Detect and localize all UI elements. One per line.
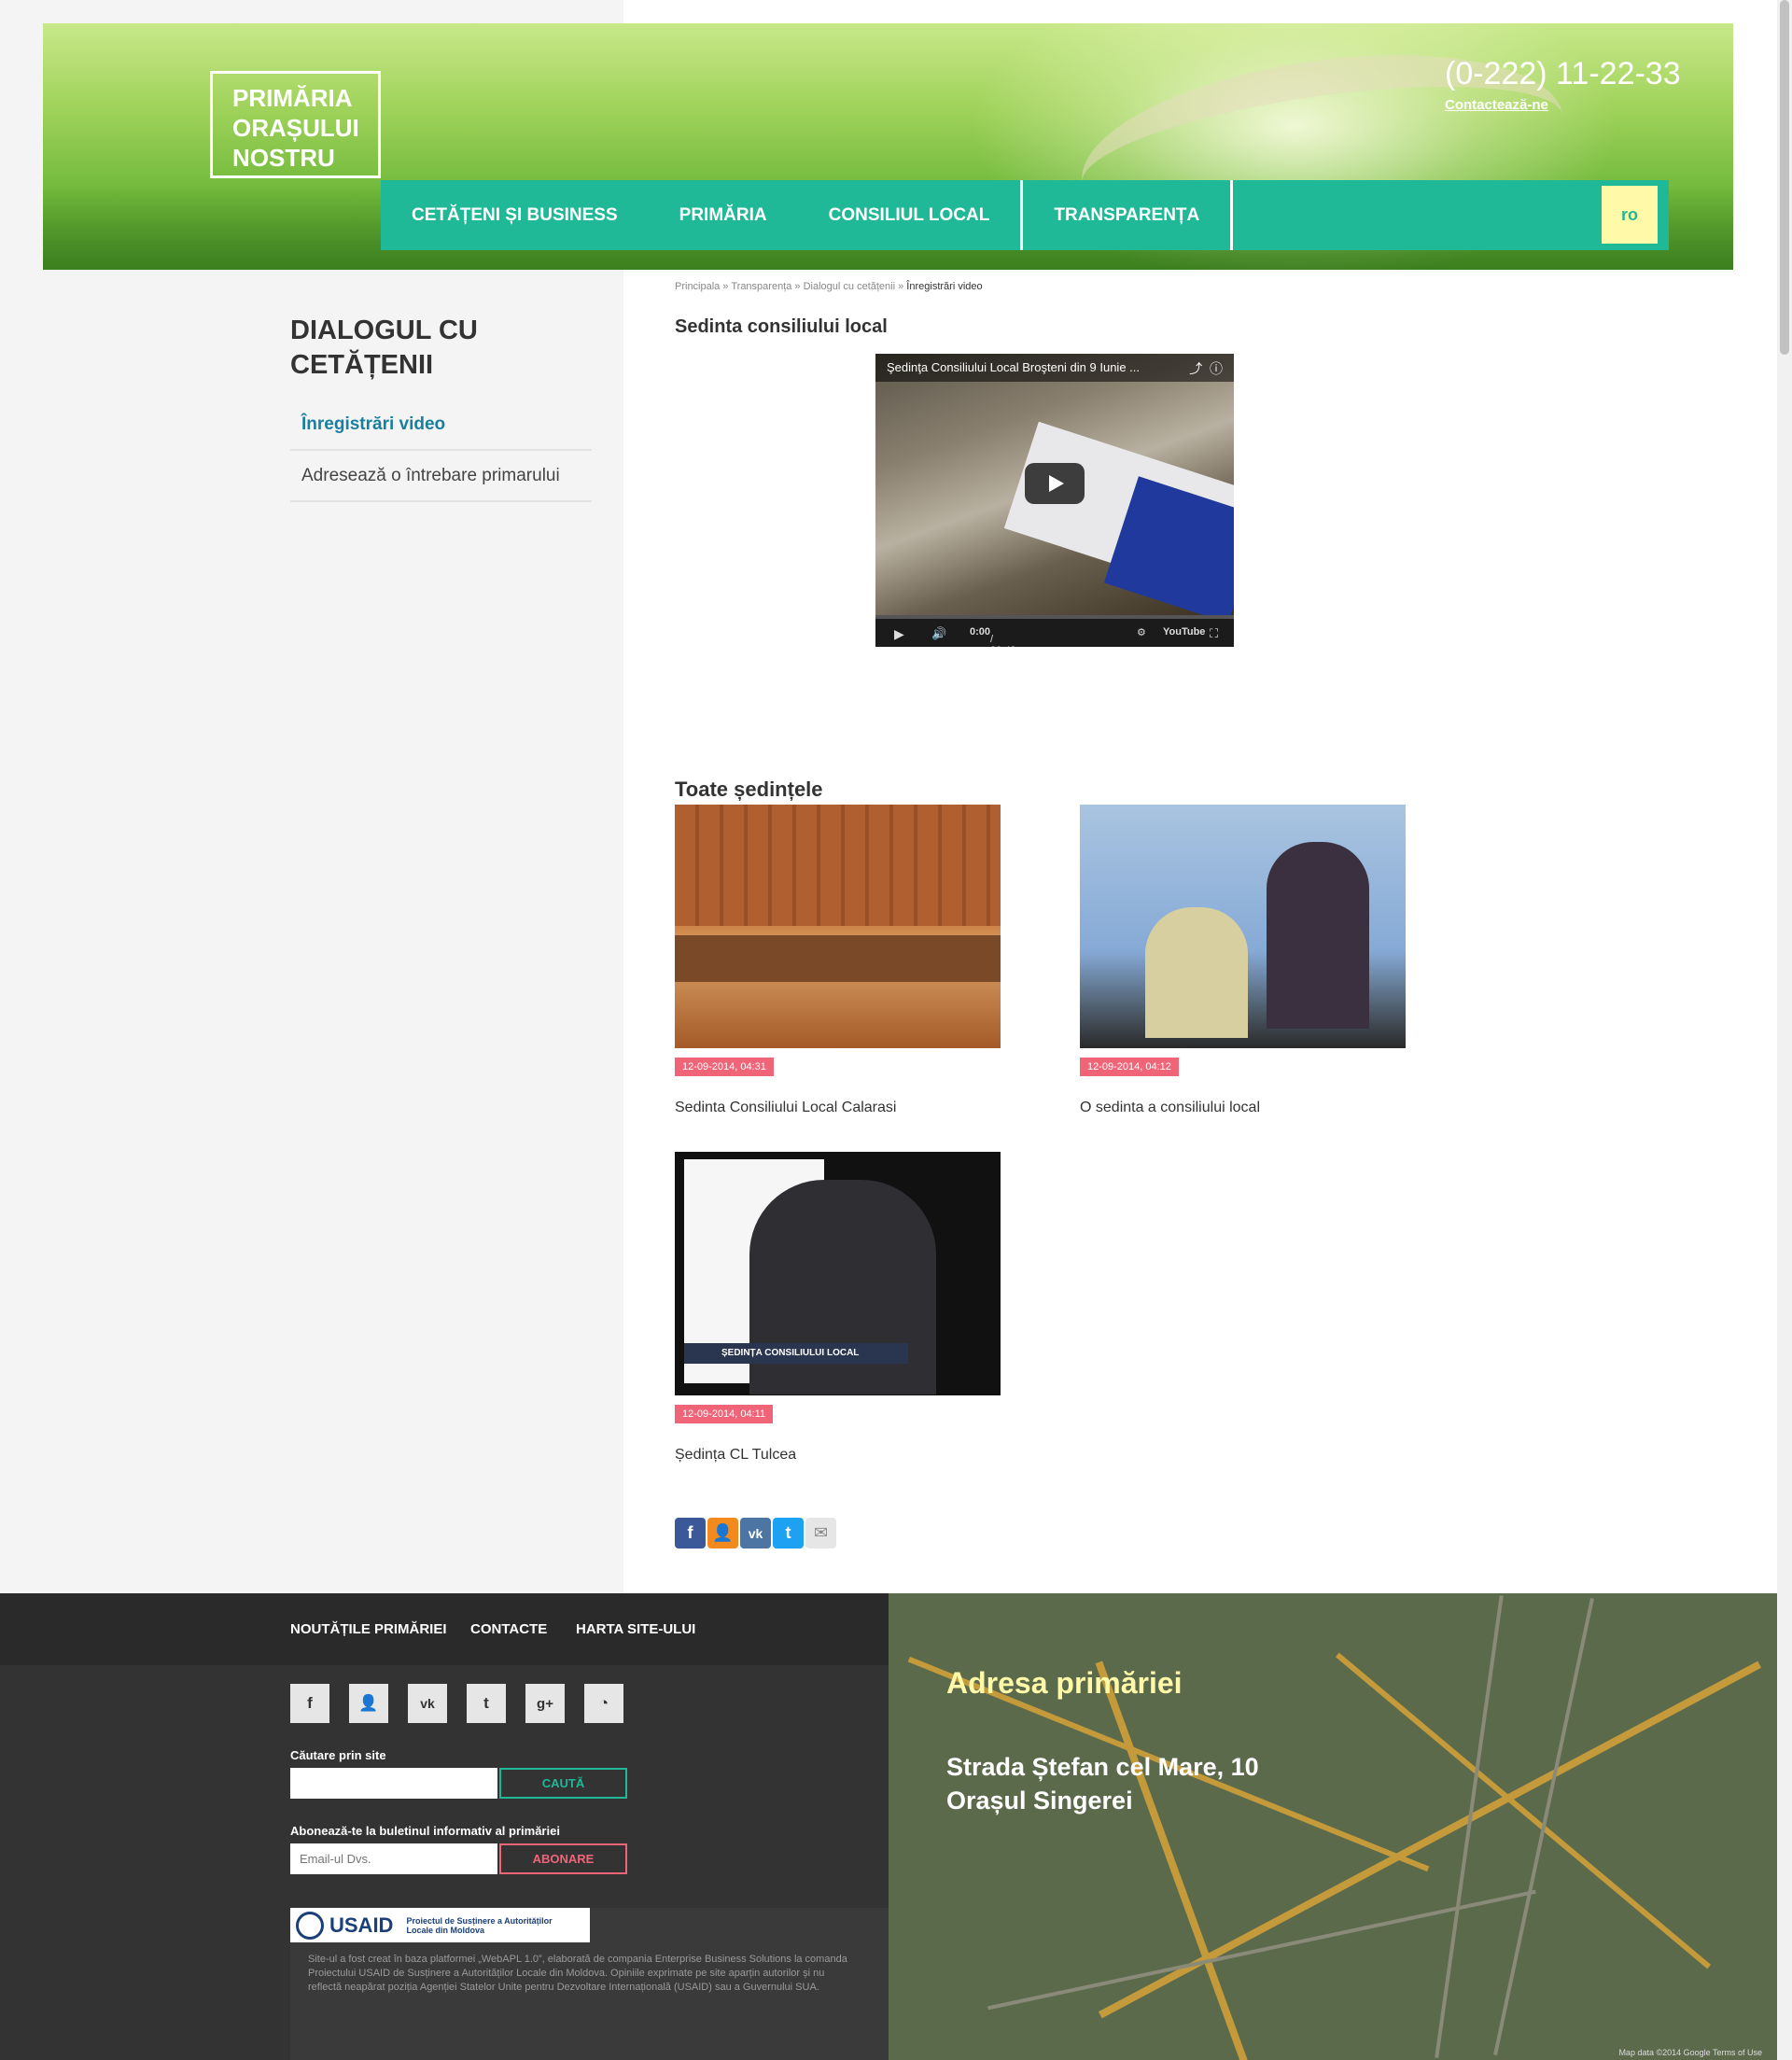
info-icon[interactable]: ⓘ [1210,361,1223,376]
facebook-icon[interactable]: f [290,1684,329,1723]
meeting-thumbnail[interactable]: ȘEDINȚA CONSILIULUI LOCAL [675,1152,1001,1395]
logo-line-2: ORAȘULUI [232,114,359,142]
volume-icon[interactable]: 🔊 [931,626,946,641]
meeting-title[interactable]: Sedinta Consiliului Local Calarasi [675,1100,1001,1116]
meeting-card: 12-09-2014, 04:12 O sedinta a consiliulu… [1080,805,1406,1116]
search-button[interactable]: CAUTĂ [499,1768,627,1799]
search-label: Căutare prin site [290,1748,386,1762]
breadcrumb-dialog[interactable]: Dialogul cu cetățenii [804,281,895,292]
subscribe-button[interactable]: ABONARE [499,1843,627,1874]
footer-link-sitemap[interactable]: HARTA SITE-ULUI [576,1621,695,1637]
twitter-icon[interactable]: t [467,1684,506,1723]
share-icon[interactable]: ⤴ [1189,361,1202,376]
site-logo[interactable]: PRIMĂRIA ORAȘULUI NOSTRU [210,71,381,178]
all-meetings-title: Toate ședințele [675,778,823,801]
breadcrumb-home[interactable]: Principala [675,281,720,292]
usaid-name: USAID [329,1913,394,1937]
page-scrollbar[interactable] [1777,0,1792,2060]
breadcrumb-current: Înregistrări video [906,281,983,292]
date-badge: 12-09-2014, 04:11 [675,1405,774,1423]
video-section-title: Sedinta consiliului local [675,316,888,337]
breadcrumb-transparency[interactable]: Transparența [731,281,791,292]
nav-transparenta[interactable]: TRANSPARENȚA [1020,180,1234,250]
meeting-card: ȘEDINȚA CONSILIULUI LOCAL 12-09-2014, 04… [675,1152,1001,1464]
sidebar-item-video[interactable]: Înregistrări video [290,399,592,451]
play-icon[interactable]: ▶ [894,626,904,642]
subscribe-label: Abonează-te la buletinul informativ al p… [290,1824,560,1838]
address-map[interactable]: Map data ©2014 Google Terms of Use [889,1593,1777,2060]
usaid-logo[interactable]: USAID Proiectul de Susținere a Autorităț… [290,1908,590,1942]
google-plus-icon[interactable]: g+ [525,1684,565,1723]
video-title-bar: Şedinţa Consiliului Local Broşteni din 9… [875,354,1234,382]
sidebar-item-ask-mayor[interactable]: Adresează o întrebare primarului [290,451,592,502]
fullscreen-icon[interactable]: ⛶ [1210,626,1218,641]
video-player[interactable]: Şedinţa Consiliului Local Broşteni din 9… [875,354,1234,647]
video-controls: ▶ 🔊 0:00 / 33:42 ⚙ YouTube ⛶ [875,619,1234,647]
thumbnail-caption: ȘEDINȚA CONSILIULUI LOCAL [684,1343,908,1364]
vk-icon[interactable]: vk [408,1684,447,1723]
map-credit: Map data ©2014 Google Terms of Use [1618,2048,1762,2057]
main-nav: CETĂȚENI ȘI BUSINESS PRIMĂRIA CONSILIUL … [381,180,1669,250]
breadcrumb: Principala » Transparența » Dialogul cu … [675,281,983,292]
facebook-icon[interactable]: f [675,1518,706,1549]
video-title[interactable]: Şedinţa Consiliului Local Broşteni din 9… [887,360,1140,374]
vk-icon[interactable]: vk [740,1518,771,1549]
nav-primaria[interactable]: PRIMĂRIA [649,180,798,250]
sidebar-title: DIALOGUL CU CETĂȚENII [290,315,478,380]
meeting-thumbnail[interactable] [675,805,1001,1048]
odnoklassniki-icon[interactable]: 👤 [707,1518,738,1549]
email-icon[interactable]: ✉ [805,1518,836,1549]
youtube-logo[interactable]: YouTube [1163,626,1205,638]
video-time: 0:00 / 33:42 [970,626,1016,647]
odnoklassniki-icon[interactable]: 👤 [349,1684,388,1723]
usaid-project: Proiectul de Susținere a Autorităților L… [406,1915,553,1935]
logo-line-3: NOSTRU [232,144,335,172]
meeting-thumbnail[interactable] [1080,805,1406,1048]
sidebar-menu: Înregistrări video Adresează o întrebare… [290,399,592,502]
email-input[interactable] [290,1843,497,1874]
nav-citizens-business[interactable]: CETĂȚENI ȘI BUSINESS [381,180,649,250]
phone-number: (0-222) 11-22-33 [1445,56,1681,91]
search-input[interactable] [290,1768,497,1799]
nav-consiliul-local[interactable]: CONSILIUL LOCAL [798,180,1021,250]
scrollbar-thumb[interactable] [1780,0,1789,355]
language-switch[interactable]: ro [1602,186,1658,244]
date-badge: 12-09-2014, 04:31 [675,1058,774,1076]
meeting-title[interactable]: O sedinta a consiliului local [1080,1100,1406,1116]
twitter-icon[interactable]: t [773,1518,804,1549]
date-badge: 12-09-2014, 04:12 [1080,1058,1179,1076]
share-buttons: f 👤 vk t ✉ [675,1518,836,1549]
footer-link-contacts[interactable]: CONTACTE [470,1621,547,1637]
footer: NOUTĂȚILE PRIMĂRIEI CONTACTE HARTA SITE-… [0,1593,1792,2060]
contact-link[interactable]: Contactează-ne [1445,97,1548,113]
address-city: Orașul Singerei [946,1787,1133,1815]
address-title: Adresa primăriei [946,1666,1183,1700]
rss-icon[interactable]: ◔ [584,1684,623,1723]
address-street: Strada Ștefan cel Mare, 10 [946,1753,1259,1781]
footer-link-news[interactable]: NOUTĂȚILE PRIMĂRIEI [290,1621,447,1637]
footer-disclaimer: Site-ul a fost creat în baza platformei … [308,1954,847,1993]
play-button[interactable] [1025,463,1085,504]
meeting-card: 12-09-2014, 04:31 Sedinta Consiliului Lo… [675,805,1001,1116]
settings-icon[interactable]: ⚙ [1137,626,1146,638]
usaid-seal-icon [296,1911,324,1940]
logo-line-1: PRIMĂRIA [232,84,353,112]
meeting-title[interactable]: Ședința CL Tulcea [675,1447,1001,1464]
